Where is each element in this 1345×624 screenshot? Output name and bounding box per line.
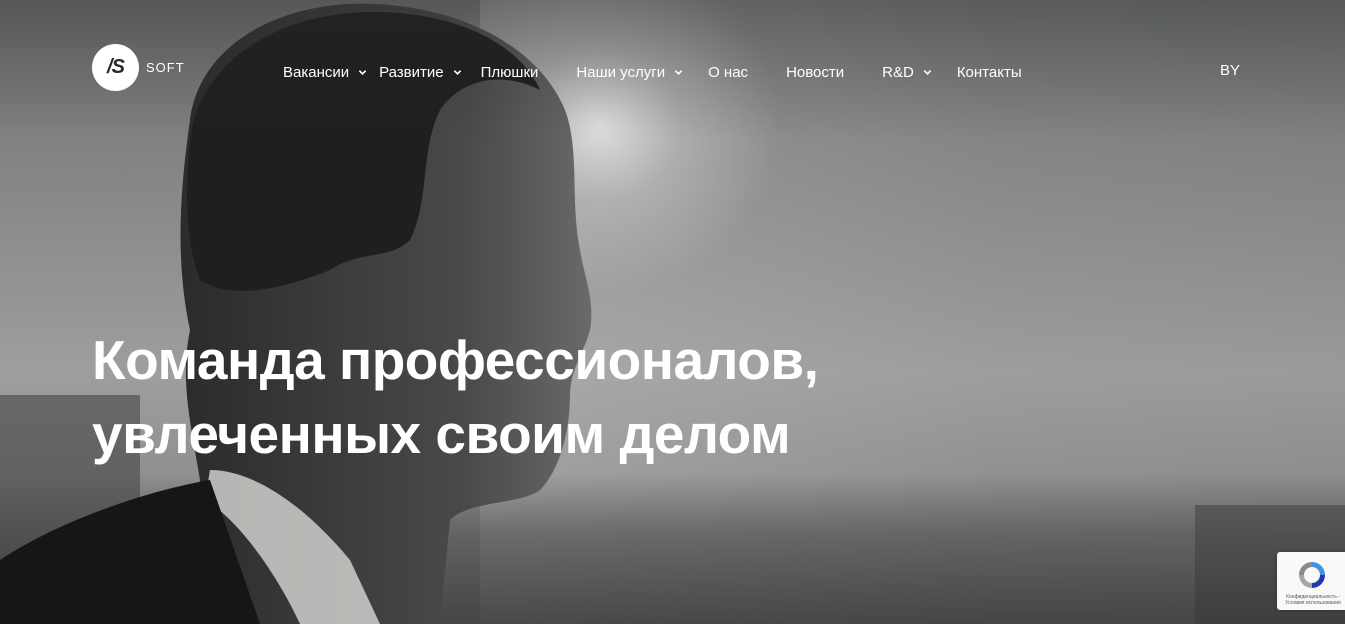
chevron-down-icon xyxy=(453,70,461,75)
nav-item-development[interactable]: Развитие xyxy=(379,64,462,81)
recaptcha-text: Конфиденциальность - Условия использован… xyxy=(1285,594,1341,606)
nav-item-label: Вакансии xyxy=(283,63,350,81)
nav-item-label: Контакты xyxy=(956,63,1022,81)
hero-headline: Команда профессионалов, увлеченных своим… xyxy=(92,323,892,471)
recaptcha-badge[interactable]: Конфиденциальность - Условия использован… xyxy=(1277,552,1345,610)
chevron-down-icon xyxy=(674,70,683,75)
recaptcha-icon xyxy=(1299,562,1325,588)
chevron-down-icon xyxy=(358,70,367,75)
hero-headline-line2: увлеченных своим делом xyxy=(92,403,791,465)
nav-item-label: О нас xyxy=(708,63,749,81)
nav-item-label: Новости xyxy=(786,63,845,81)
nav-item-about[interactable]: О нас xyxy=(708,64,748,81)
logo[interactable]: /S SOFT xyxy=(92,44,185,91)
site-header: /S SOFT Вакансии Развитие Плюшки Наши ус… xyxy=(0,0,1345,140)
nav-item-label: Плюшки xyxy=(480,63,539,81)
main-nav: Вакансии Развитие Плюшки Наши услуги О н… xyxy=(283,60,1022,84)
logo-text: SOFT xyxy=(146,60,185,75)
nav-item-label: Развитие xyxy=(379,63,444,81)
nav-item-contacts[interactable]: Контакты xyxy=(957,64,1022,81)
nav-item-vacancies[interactable]: Вакансии xyxy=(283,64,367,81)
nav-item-label: R&D xyxy=(882,63,914,81)
language-switch[interactable]: BY xyxy=(1220,62,1240,79)
hero-headline-line1: Команда профессионалов, xyxy=(92,329,819,391)
nav-item-rnd[interactable]: R&D xyxy=(882,64,932,81)
logo-mark: /S xyxy=(92,44,139,91)
chevron-down-icon xyxy=(923,70,932,75)
nav-item-perks[interactable]: Плюшки xyxy=(481,64,539,81)
nav-item-services[interactable]: Наши услуги xyxy=(576,64,683,81)
nav-item-label: Наши услуги xyxy=(576,63,666,81)
nav-item-news[interactable]: Новости xyxy=(786,64,844,81)
